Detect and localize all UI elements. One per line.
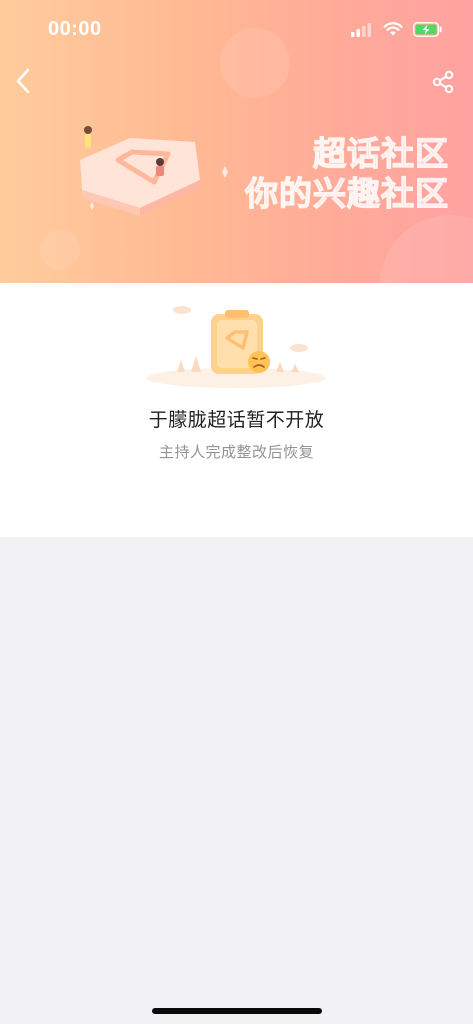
slogan-line-1: 超话社区 — [312, 133, 449, 173]
banner-slogan: 超话社区 你的兴趣社区 — [244, 133, 449, 214]
share-button[interactable] — [429, 70, 457, 98]
notice-card: 于朦胧超话暂不开放 主持人完成整改后恢复 — [0, 283, 473, 537]
battery-charging-icon — [413, 21, 443, 41]
share-icon — [431, 70, 455, 98]
status-time: 00:00 — [48, 18, 102, 40]
status-bar: 00:00 — [0, 0, 473, 60]
signal-icon — [351, 22, 373, 41]
header-banner: 00:00 超话社区 你的兴趣社区 — [0, 0, 473, 283]
notice-subtitle: 主持人完成整改后恢复 — [158, 443, 314, 461]
decorative-circle — [380, 215, 473, 283]
home-indicator[interactable] — [152, 1008, 322, 1014]
decorative-circle — [40, 230, 80, 270]
notice-title: 于朦胧超话暂不开放 — [148, 409, 325, 431]
status-icons — [351, 21, 443, 41]
closed-topic-illustration — [141, 300, 331, 390]
chevron-left-icon — [14, 67, 32, 99]
back-button[interactable] — [8, 68, 38, 98]
banner-illustration — [70, 120, 250, 220]
wifi-icon — [383, 21, 403, 41]
slogan-line-2: 你的兴趣社区 — [244, 173, 449, 213]
